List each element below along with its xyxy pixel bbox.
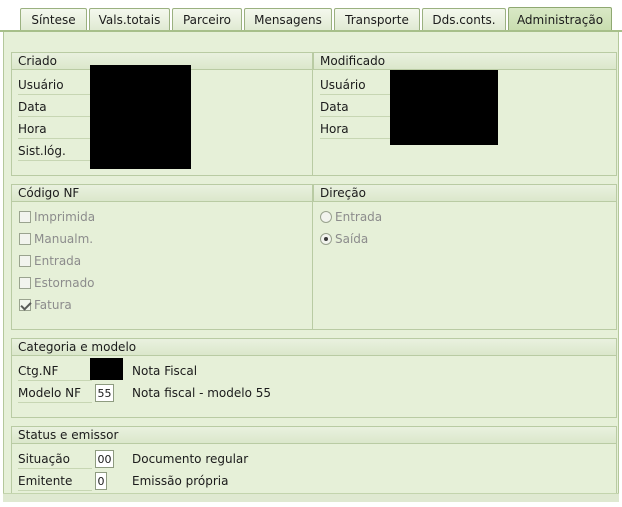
checkbox-label: Fatura: [34, 298, 72, 312]
checkbox-label: Manualm.: [34, 232, 94, 246]
checkbox-label: Imprimida: [34, 210, 96, 224]
codigo-nf-title: Código NF: [18, 186, 80, 200]
ctg-nf-description: Nota Fiscal: [132, 364, 198, 378]
checkbox-box[interactable]: [19, 255, 31, 267]
tab-strip: Síntese Vals.totais Parceiro Mensagens T…: [0, 0, 622, 32]
tab-parceiro[interactable]: Parceiro: [172, 8, 242, 31]
radio-button[interactable]: [320, 211, 332, 223]
radio-label: Saída: [335, 232, 369, 246]
radio-saida[interactable]: Saída: [320, 230, 368, 248]
checkbox-manualm[interactable]: Manualm.: [19, 230, 93, 248]
modelo-nf-field[interactable]: 55: [95, 384, 114, 402]
tab-sintese[interactable]: Síntese: [20, 8, 87, 31]
group-status-emissor: Status e emissor Situação 00 Documento r…: [11, 426, 617, 494]
criado-sistlog-label: Sist.lóg.: [18, 144, 66, 158]
group-title-status: Status e emissor: [12, 427, 616, 444]
direcao-title: Direção: [320, 186, 366, 200]
checkbox-label: Entrada: [34, 254, 82, 268]
radio-entrada[interactable]: Entrada: [320, 208, 382, 226]
checkbox-box[interactable]: [19, 211, 31, 223]
modificado-data-label: Data: [320, 100, 349, 114]
checkbox-fatura[interactable]: Fatura: [19, 296, 72, 314]
group-codigo-direcao: Código NF Direção Imprimida Manualm. Ent…: [11, 184, 617, 330]
ctg-nf-line: [18, 380, 92, 381]
tab-mensagens[interactable]: Mensagens: [244, 8, 332, 31]
tab-label: Parceiro: [182, 13, 232, 27]
criado-sistlog-line: [18, 160, 92, 161]
group-divider: [312, 185, 313, 329]
criado-data-line: [18, 116, 92, 117]
group-categoria-modelo: Categoria e modelo Ctg.NF Nota Fiscal Mo…: [11, 338, 617, 418]
tab-administracao[interactable]: Administração: [508, 7, 612, 32]
tab-label: Vals.totais: [98, 13, 161, 27]
status-title: Status e emissor: [18, 428, 119, 442]
modificado-hora-line: [320, 138, 394, 139]
radio-label: Entrada: [335, 210, 383, 224]
criado-data-label: Data: [18, 100, 47, 114]
group-title-modificado: Modificado: [313, 53, 616, 70]
checkbox-box-checked[interactable]: [19, 299, 31, 311]
group-divider: [312, 53, 313, 175]
modificado-values-redacted: [390, 70, 498, 145]
emitente-line: [18, 490, 92, 491]
modificado-usuario-line: [320, 94, 394, 95]
tab-transporte[interactable]: Transporte: [334, 8, 420, 31]
categoria-title: Categoria e modelo: [18, 340, 137, 354]
criado-title: Criado: [18, 54, 57, 68]
panel-bottom-strip: [3, 493, 619, 502]
emitente-description: Emissão própria: [132, 474, 229, 488]
situacao-field[interactable]: 00: [95, 450, 114, 468]
checkbox-label: Estornado: [34, 276, 95, 290]
modelo-nf-label: Modelo NF: [18, 386, 82, 400]
modificado-data-line: [320, 116, 394, 117]
criado-usuario-line: [18, 94, 92, 95]
checkbox-box[interactable]: [19, 277, 31, 289]
modelo-nf-line: [18, 402, 92, 403]
ctg-nf-value-redacted[interactable]: [90, 358, 123, 380]
radio-button-selected[interactable]: [320, 233, 332, 245]
emitente-label: Emitente: [18, 474, 73, 488]
group-title-direcao: Direção: [313, 185, 616, 202]
modificado-usuario-label: Usuário: [320, 78, 366, 92]
criado-hora-label: Hora: [18, 122, 47, 136]
checkbox-imprimida[interactable]: Imprimida: [19, 208, 95, 226]
group-title-codigo-nf: Código NF: [12, 185, 313, 202]
modelo-nf-description: Nota fiscal - modelo 55: [132, 386, 272, 400]
tab-label: Administração: [516, 13, 604, 27]
emitente-field[interactable]: 0: [95, 472, 107, 490]
tab-label: Transporte: [345, 13, 409, 27]
checkbox-estornado[interactable]: Estornado: [19, 274, 95, 292]
modificado-title: Modificado: [320, 54, 386, 68]
situacao-line: [18, 468, 92, 469]
tab-label: Dds.conts.: [432, 13, 496, 27]
modificado-hora-label: Hora: [320, 122, 349, 136]
checkbox-box[interactable]: [19, 233, 31, 245]
tab-label: Mensagens: [254, 13, 322, 27]
situacao-description: Documento regular: [132, 452, 249, 466]
tab-dds-conts[interactable]: Dds.conts.: [422, 8, 506, 31]
situacao-label: Situação: [18, 452, 70, 466]
tab-label: Síntese: [31, 13, 76, 27]
criado-hora-line: [18, 138, 92, 139]
checkbox-entrada[interactable]: Entrada: [19, 252, 81, 270]
group-title-categoria: Categoria e modelo: [12, 339, 616, 356]
criado-values-redacted: [90, 65, 191, 169]
tab-vals-totais[interactable]: Vals.totais: [89, 8, 170, 31]
group-criado-modificado: Criado Modificado Usuário Data Hora Sist…: [11, 52, 617, 176]
criado-usuario-label: Usuário: [18, 78, 64, 92]
ctg-nf-label: Ctg.NF: [18, 364, 59, 378]
